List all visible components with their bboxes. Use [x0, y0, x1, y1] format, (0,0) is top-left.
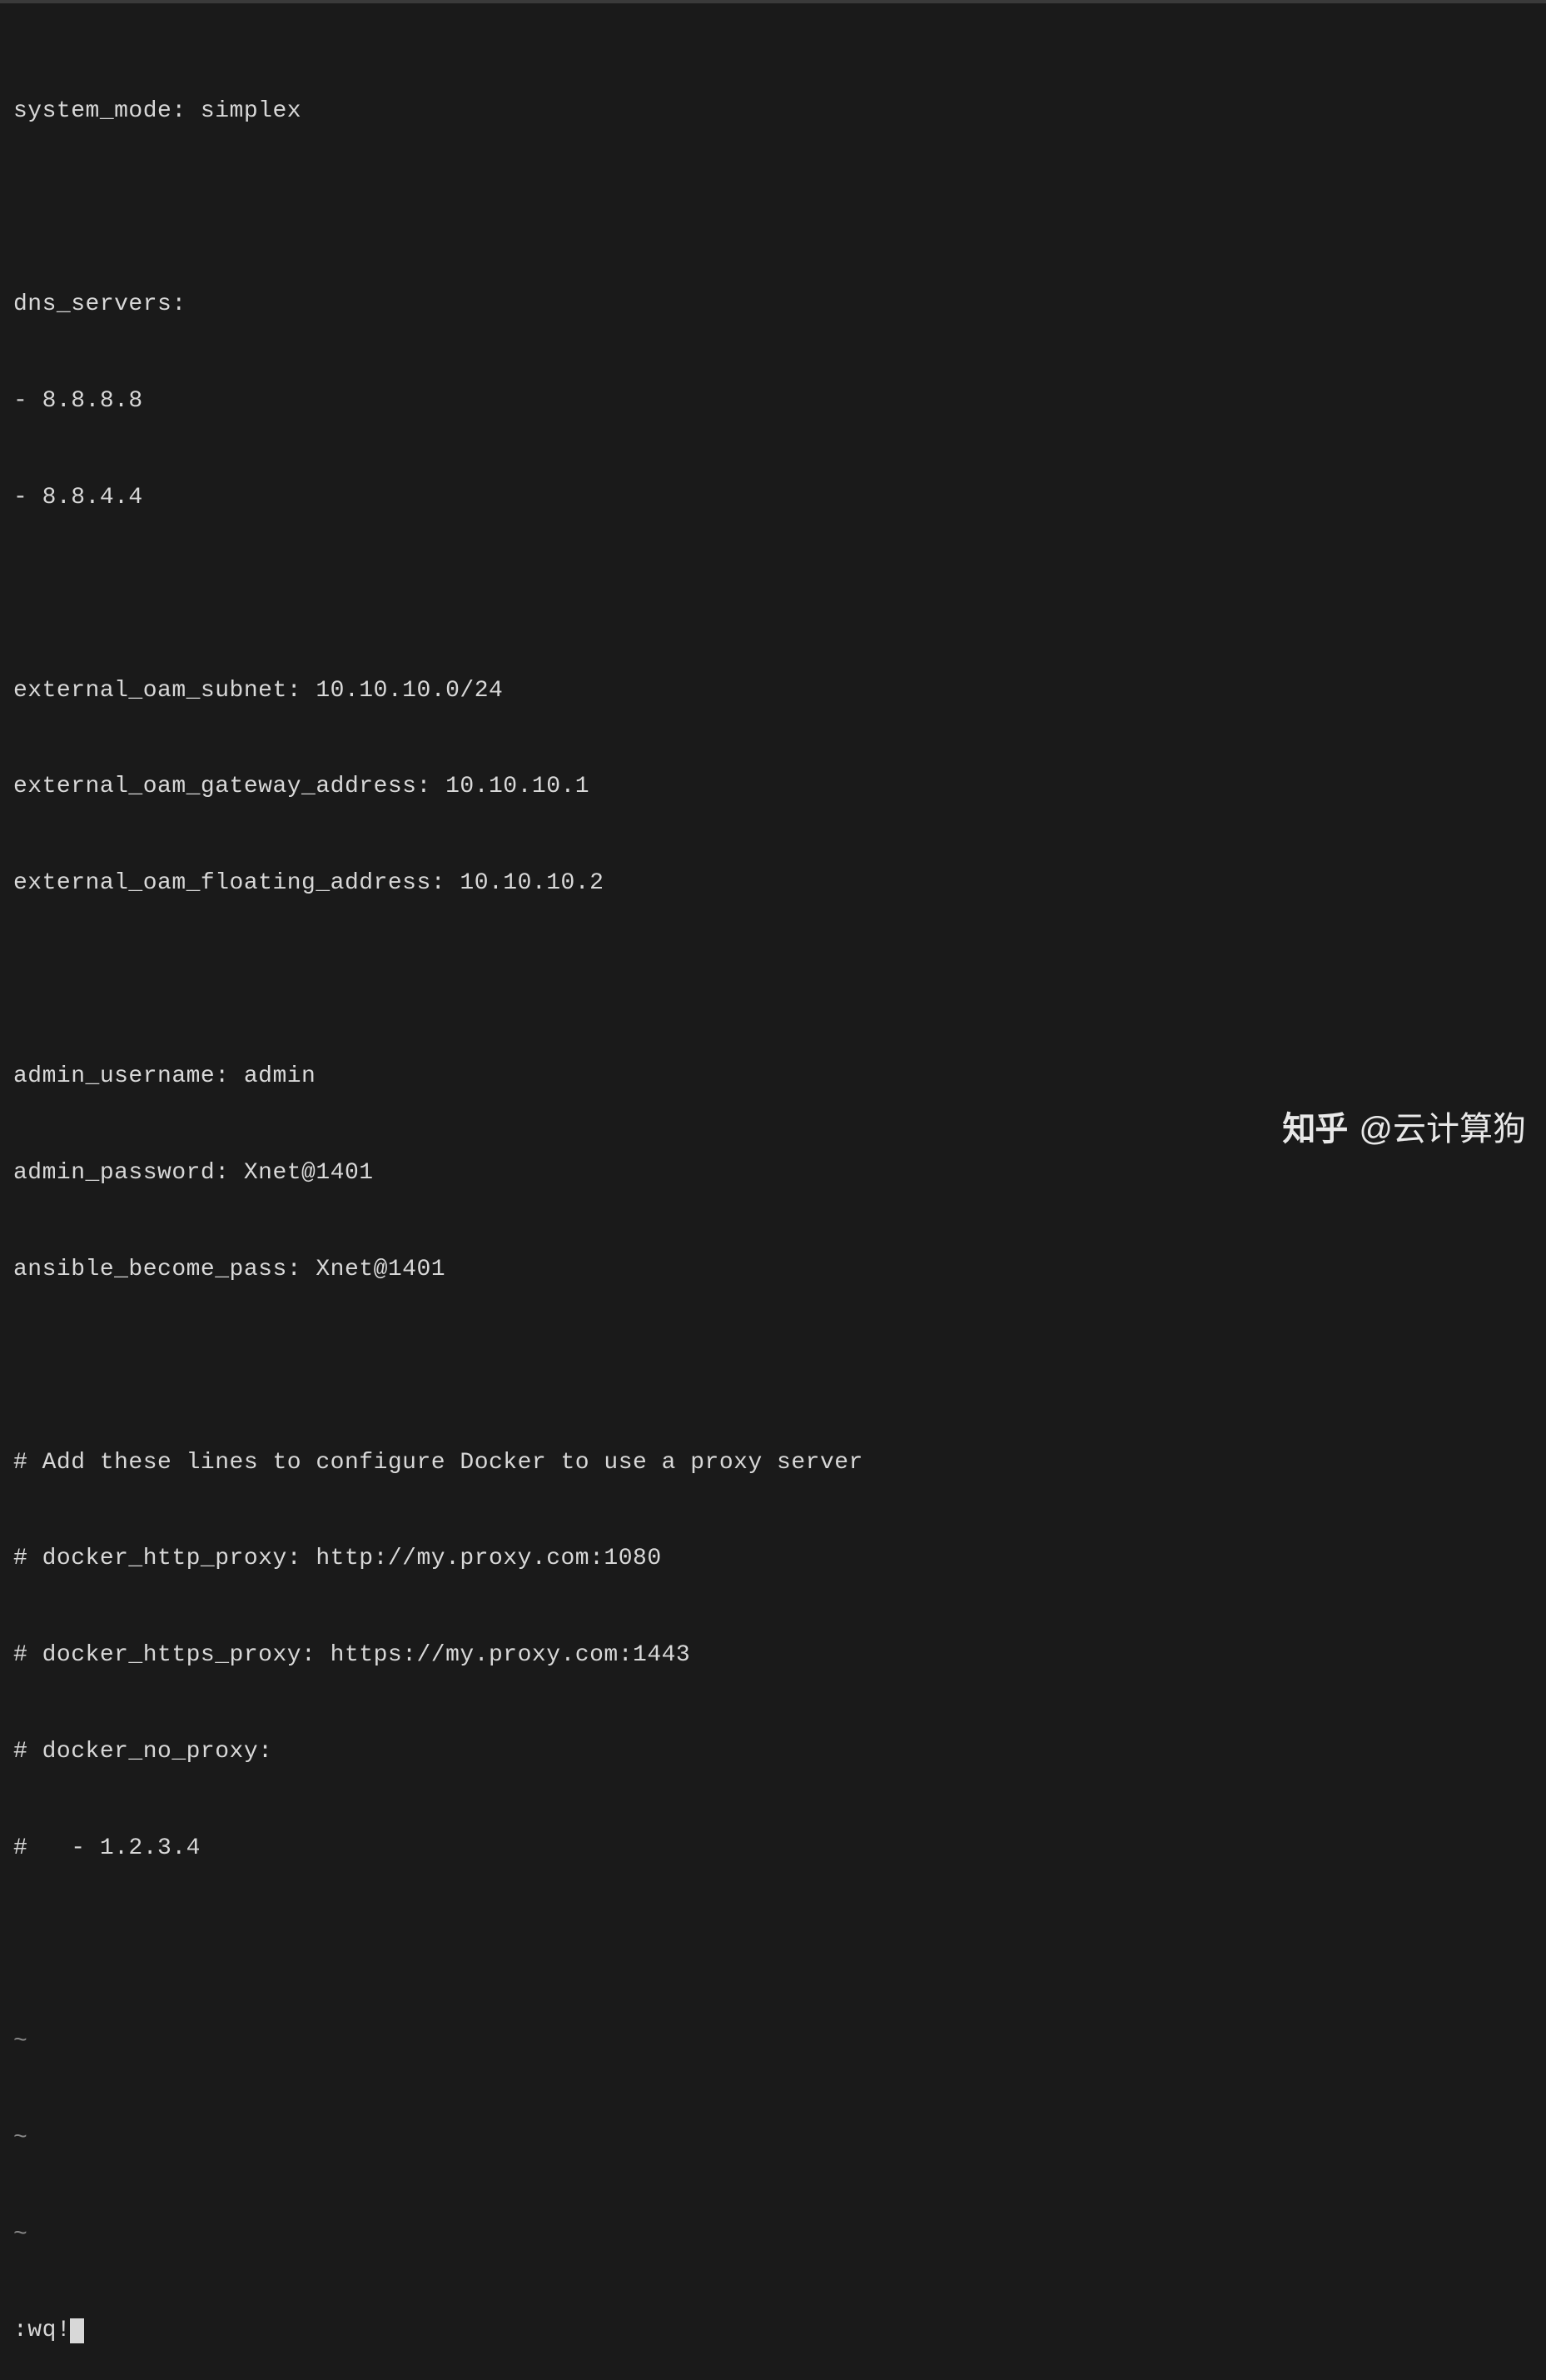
config-line: external_oam_gateway_address: 10.10.10.1 [13, 771, 1546, 804]
config-line: # Add these lines to configure Docker to… [13, 1447, 1546, 1480]
config-line [13, 579, 1546, 611]
zhihu-author-handle: @云计算狗 [1359, 1107, 1526, 1153]
config-line [13, 1351, 1546, 1383]
zhihu-watermark: 知乎 @云计算狗 [1282, 1107, 1526, 1153]
config-line: # docker_https_proxy: https://my.proxy.c… [13, 1640, 1546, 1672]
vi-command-line[interactable]: :wq! [13, 2315, 1546, 2348]
config-line: # - 1.2.3.4 [13, 1833, 1546, 1865]
terminal-editor-area[interactable]: system_mode: simplex dns_servers: - 8.8.… [0, 3, 1546, 2380]
config-line: ansible_become_pass: Xnet@1401 [13, 1254, 1546, 1287]
config-line: external_oam_floating_address: 10.10.10.… [13, 868, 1546, 900]
vi-empty-line-tilde: ~ [13, 2026, 1546, 2059]
config-line: # docker_http_proxy: http://my.proxy.com… [13, 1543, 1546, 1576]
config-line [13, 964, 1546, 997]
config-line: - 8.8.8.8 [13, 386, 1546, 418]
config-line: external_oam_subnet: 10.10.10.0/24 [13, 675, 1546, 708]
config-line: system_mode: simplex [13, 96, 1546, 128]
config-line [13, 1929, 1546, 1962]
config-line [13, 192, 1546, 225]
vi-empty-line-tilde: ~ [13, 2219, 1546, 2252]
vi-command-text: :wq! [13, 2315, 71, 2348]
cursor-block [70, 2318, 84, 2344]
config-line: dns_servers: [13, 289, 1546, 321]
config-line: admin_password: Xnet@1401 [13, 1158, 1546, 1190]
config-line: - 8.8.4.4 [13, 482, 1546, 515]
vi-empty-line-tilde: ~ [13, 2123, 1546, 2155]
zhihu-logo-text: 知乎 [1282, 1107, 1347, 1153]
config-line: # docker_no_proxy: [13, 1736, 1546, 1769]
config-line: admin_username: admin [13, 1061, 1546, 1093]
